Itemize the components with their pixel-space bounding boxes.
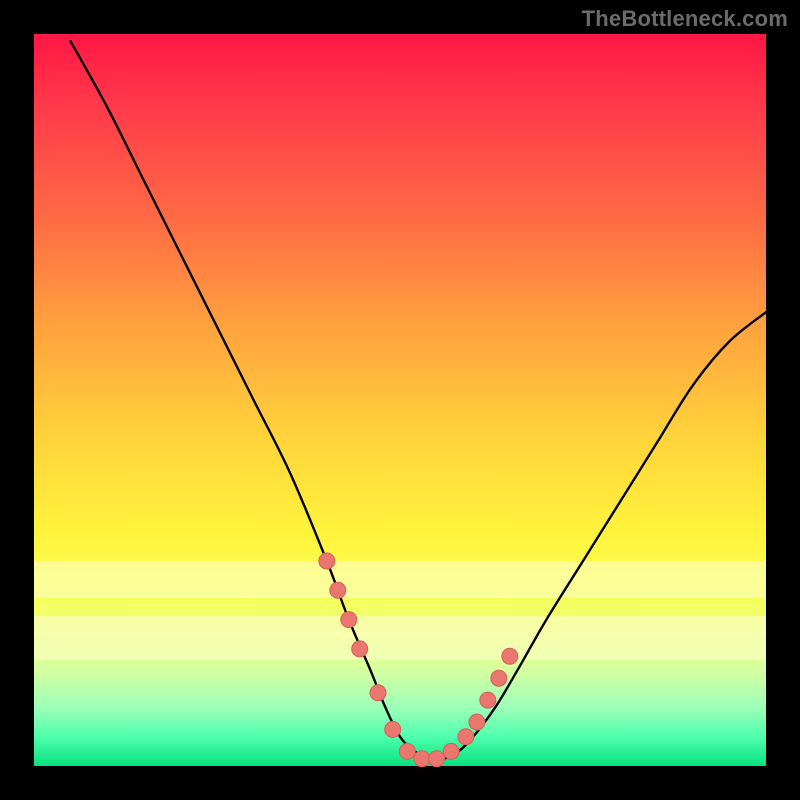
bottleneck-curve: [71, 41, 766, 759]
watermark-text: TheBottleneck.com: [582, 6, 788, 32]
highlight-dot: [480, 692, 496, 708]
highlight-dot: [319, 553, 335, 569]
highlight-dot: [429, 751, 445, 767]
highlight-dots-group: [319, 553, 518, 767]
highlight-dot: [385, 721, 401, 737]
plot-area: [34, 34, 766, 766]
highlight-dot: [458, 729, 474, 745]
highlight-dot: [502, 648, 518, 664]
highlight-dot: [341, 612, 357, 628]
highlight-dot: [330, 582, 346, 598]
chart-svg: [34, 34, 766, 766]
highlight-dot: [491, 670, 507, 686]
highlight-dot: [414, 751, 430, 767]
highlight-dot: [443, 743, 459, 759]
highlight-dot: [352, 641, 368, 657]
highlight-dot: [370, 685, 386, 701]
highlight-dot: [399, 743, 415, 759]
highlight-dot: [469, 714, 485, 730]
